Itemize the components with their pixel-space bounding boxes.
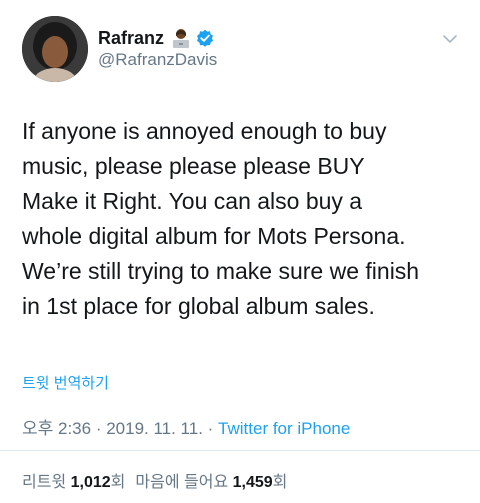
- verified-badge-icon: [196, 29, 214, 47]
- tweet-meta: 오후 2:36 · 2019. 11. 11. · Twitter for iP…: [22, 414, 350, 439]
- meta-separator: ·: [91, 419, 107, 438]
- likes-count: 1,459: [232, 474, 273, 491]
- likes-label: 마음에 들어요: [135, 474, 229, 491]
- author-name-row[interactable]: Rafranz: [98, 26, 214, 50]
- tweet-text-line: music, please please please BUY: [22, 153, 365, 179]
- engagement-stats: 리트윗 1,012회 마음에 들어요 1,459회: [22, 468, 287, 492]
- tweet-text-line: in 1st place for global album sales.: [22, 293, 375, 319]
- likes-unit: 회: [272, 474, 288, 491]
- avatar[interactable]: [22, 16, 88, 82]
- likes-stat[interactable]: 마음에 들어요 1,459회: [135, 474, 287, 491]
- woman-technologist-emoji-icon: [170, 27, 192, 49]
- retweets-stat[interactable]: 리트윗 1,012회: [22, 474, 125, 491]
- tweet-time[interactable]: 오후 2:36: [22, 419, 91, 438]
- retweets-label: 리트윗: [22, 474, 67, 491]
- chevron-down-icon[interactable]: [442, 32, 458, 44]
- tweet-text: If anyone is annoyed enough to buy music…: [22, 114, 462, 324]
- retweets-count: 1,012: [70, 474, 111, 491]
- tweet-text-line: Make it Right. You can also buy a: [22, 188, 363, 214]
- tweet-date[interactable]: 2019. 11. 11.: [106, 419, 203, 438]
- tweet-text-line: whole digital album for Mots Persona.: [22, 223, 406, 249]
- user-handle[interactable]: @RafranzDavis: [98, 50, 217, 70]
- tweet-source-link[interactable]: Twitter for iPhone: [218, 419, 350, 438]
- tweet-text-line: We’re still trying to make sure we finis…: [22, 258, 420, 284]
- meta-separator: ·: [202, 419, 219, 438]
- divider: [0, 450, 480, 451]
- tweet-text-line: If anyone is annoyed enough to buy: [22, 118, 387, 144]
- display-name[interactable]: Rafranz: [98, 28, 164, 49]
- retweets-unit: 회: [110, 474, 126, 491]
- translate-tweet-link[interactable]: 트윗 번역하기: [22, 372, 109, 393]
